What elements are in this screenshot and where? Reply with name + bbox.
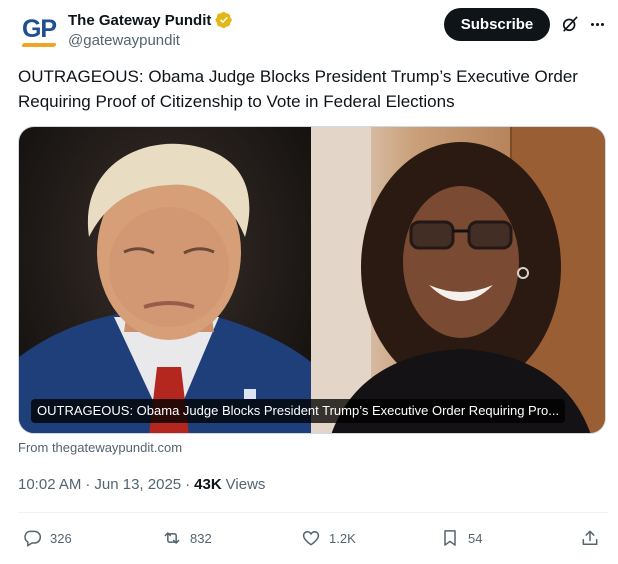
post-time[interactable]: 10:02 AM	[18, 476, 81, 493]
verified-badge-icon[interactable]	[215, 11, 233, 29]
card-image-left	[19, 127, 311, 433]
card-image-right	[311, 127, 605, 433]
bookmark-icon	[444, 530, 456, 546]
views-label: Views	[225, 476, 266, 493]
subscribe-button[interactable]: Subscribe	[444, 8, 550, 41]
meta-separator: ·	[85, 476, 91, 493]
views-count: 43K	[194, 476, 222, 493]
card-source[interactable]: From thegatewaypundit.com	[18, 440, 182, 455]
post-date[interactable]: Jun 13, 2025	[94, 476, 181, 493]
more-dots-icon[interactable]	[586, 14, 608, 34]
card-caption: OUTRAGEOUS: Obama Judge Blocks President…	[31, 399, 566, 423]
avatar[interactable]: GP	[18, 10, 60, 52]
bookmark-count: 54	[468, 530, 483, 546]
like-button[interactable]: 1.2K	[301, 524, 356, 552]
repost-button[interactable]: 832	[162, 524, 212, 552]
share-icon	[582, 530, 598, 545]
timestamp-row: 10:02 AM · Jun 13, 2025 · 43K Views	[18, 476, 265, 493]
tweet-header: GP The Gateway Pundit @gatewaypundit Sub…	[18, 8, 608, 54]
divider	[18, 512, 608, 513]
action-bar: 326 832 1.2K 54	[18, 524, 608, 552]
meta-separator-2: ·	[185, 476, 191, 493]
link-card[interactable]: OUTRAGEOUS: Obama Judge Blocks President…	[18, 126, 606, 434]
repost-count: 832	[190, 530, 212, 546]
avatar-logo-text: GP	[21, 14, 57, 43]
like-count: 1.2K	[329, 530, 356, 546]
reply-icon	[24, 530, 42, 547]
bookmark-button[interactable]: 54	[440, 524, 482, 552]
share-button[interactable]	[580, 524, 600, 552]
reply-count: 326	[50, 530, 72, 546]
avatar-swoosh	[21, 42, 57, 47]
reply-button[interactable]: 326	[22, 524, 72, 552]
author-block: The Gateway Pundit @gatewaypundit	[68, 10, 233, 49]
heart-icon	[302, 530, 320, 546]
portrait-woman-illustration	[311, 127, 605, 433]
repost-icon	[164, 532, 180, 544]
handle[interactable]: @gatewaypundit	[68, 32, 233, 49]
tweet-text: OUTRAGEOUS: Obama Judge Blocks President…	[18, 67, 578, 111]
display-name[interactable]: The Gateway Pundit	[68, 12, 211, 29]
portrait-man-illustration	[19, 143, 311, 433]
grok-icon[interactable]	[560, 14, 580, 34]
